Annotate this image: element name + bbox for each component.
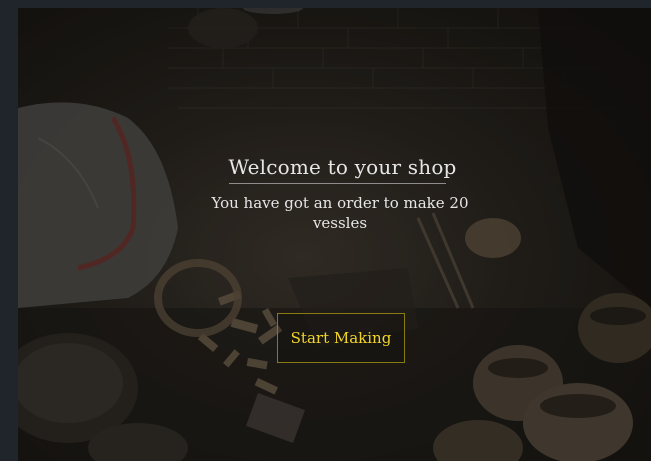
window-frame-left — [0, 0, 18, 461]
start-making-button[interactable]: Start Making — [277, 313, 405, 363]
dim-overlay — [18, 8, 651, 461]
welcome-title: Welcome to your shop — [228, 155, 457, 179]
order-message: You have got an order to make 20 vessles — [211, 194, 469, 232]
window-frame-top — [0, 0, 651, 8]
title-divider — [229, 183, 446, 184]
game-window: Welcome to your shop You have got an ord… — [0, 0, 651, 461]
